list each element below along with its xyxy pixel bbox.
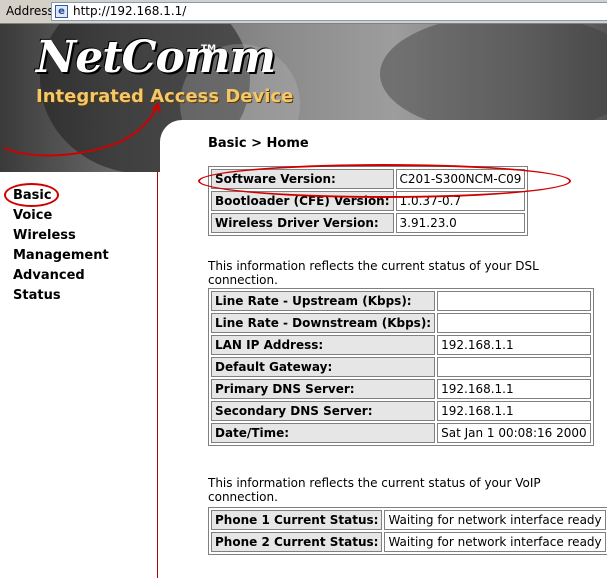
table-row: Default Gateway: <box>211 357 591 377</box>
row-label: Date/Time: <box>211 423 436 443</box>
sidebar-item-advanced[interactable]: Advanced <box>13 268 85 283</box>
row-value: 3.91.23.0 <box>395 213 526 233</box>
row-value: Sat Jan 1 00:08:16 2000 <box>437 423 591 443</box>
voip-status-note: This information reflects the current st… <box>208 476 541 504</box>
address-bar: Address e http://192.168.1.1/ <box>0 0 607 24</box>
voip-status-table: Phone 1 Current Status: Waiting for netw… <box>208 507 607 555</box>
row-label: Wireless Driver Version: <box>211 213 394 233</box>
row-value: 192.168.1.1 <box>437 379 591 399</box>
table-row: Primary DNS Server: 192.168.1.1 <box>211 379 591 399</box>
row-label: Secondary DNS Server: <box>211 401 436 421</box>
annotation-circle-software-version <box>198 164 571 198</box>
sidebar-item-voice[interactable]: Voice <box>13 208 52 223</box>
sidebar-item-management[interactable]: Management <box>13 248 109 263</box>
row-label: Line Rate - Downstream (Kbps): <box>211 313 436 333</box>
row-value <box>437 357 591 377</box>
dsl-status-note: This information reflects the current st… <box>208 259 539 287</box>
row-value: 192.168.1.1 <box>437 401 591 421</box>
sidebar-nav: Basic Voice Wireless Management Advanced… <box>0 172 158 578</box>
sidebar-item-wireless[interactable]: Wireless <box>13 228 76 243</box>
page-icon: e <box>55 5 68 18</box>
table-row: Phone 1 Current Status: Waiting for netw… <box>211 510 606 530</box>
row-value <box>437 291 591 311</box>
table-row: Line Rate - Upstream (Kbps): <box>211 291 591 311</box>
address-input[interactable]: e http://192.168.1.1/ <box>51 2 607 21</box>
table-row: Secondary DNS Server: 192.168.1.1 <box>211 401 591 421</box>
row-label: LAN IP Address: <box>211 335 436 355</box>
row-value: Waiting for network interface ready <box>384 510 606 530</box>
row-label: Primary DNS Server: <box>211 379 436 399</box>
row-label: Default Gateway: <box>211 357 436 377</box>
row-value: 192.168.1.1 <box>437 335 591 355</box>
sidebar-item-basic[interactable]: Basic <box>13 188 52 203</box>
table-row: Line Rate - Downstream (Kbps): <box>211 313 591 333</box>
sidebar-item-status[interactable]: Status <box>13 288 61 303</box>
row-label: Phone 1 Current Status: <box>211 510 383 530</box>
dsl-status-table: Line Rate - Upstream (Kbps): Line Rate -… <box>208 288 594 446</box>
table-row: Phone 2 Current Status: Waiting for netw… <box>211 532 606 552</box>
row-label: Phone 2 Current Status: <box>211 532 383 552</box>
main-content: Basic > Home Software Version: C201-S300… <box>160 120 607 578</box>
row-value: Waiting for network interface ready <box>384 532 606 552</box>
address-label: Address <box>6 4 54 18</box>
table-row: LAN IP Address: 192.168.1.1 <box>211 335 591 355</box>
row-value <box>437 313 591 333</box>
row-label: Line Rate - Upstream (Kbps): <box>211 291 436 311</box>
table-row: Wireless Driver Version: 3.91.23.0 <box>211 213 526 233</box>
address-url[interactable]: http://192.168.1.1/ <box>73 4 186 18</box>
table-row: Date/Time: Sat Jan 1 00:08:16 2000 <box>211 423 591 443</box>
breadcrumb: Basic > Home <box>208 136 309 151</box>
